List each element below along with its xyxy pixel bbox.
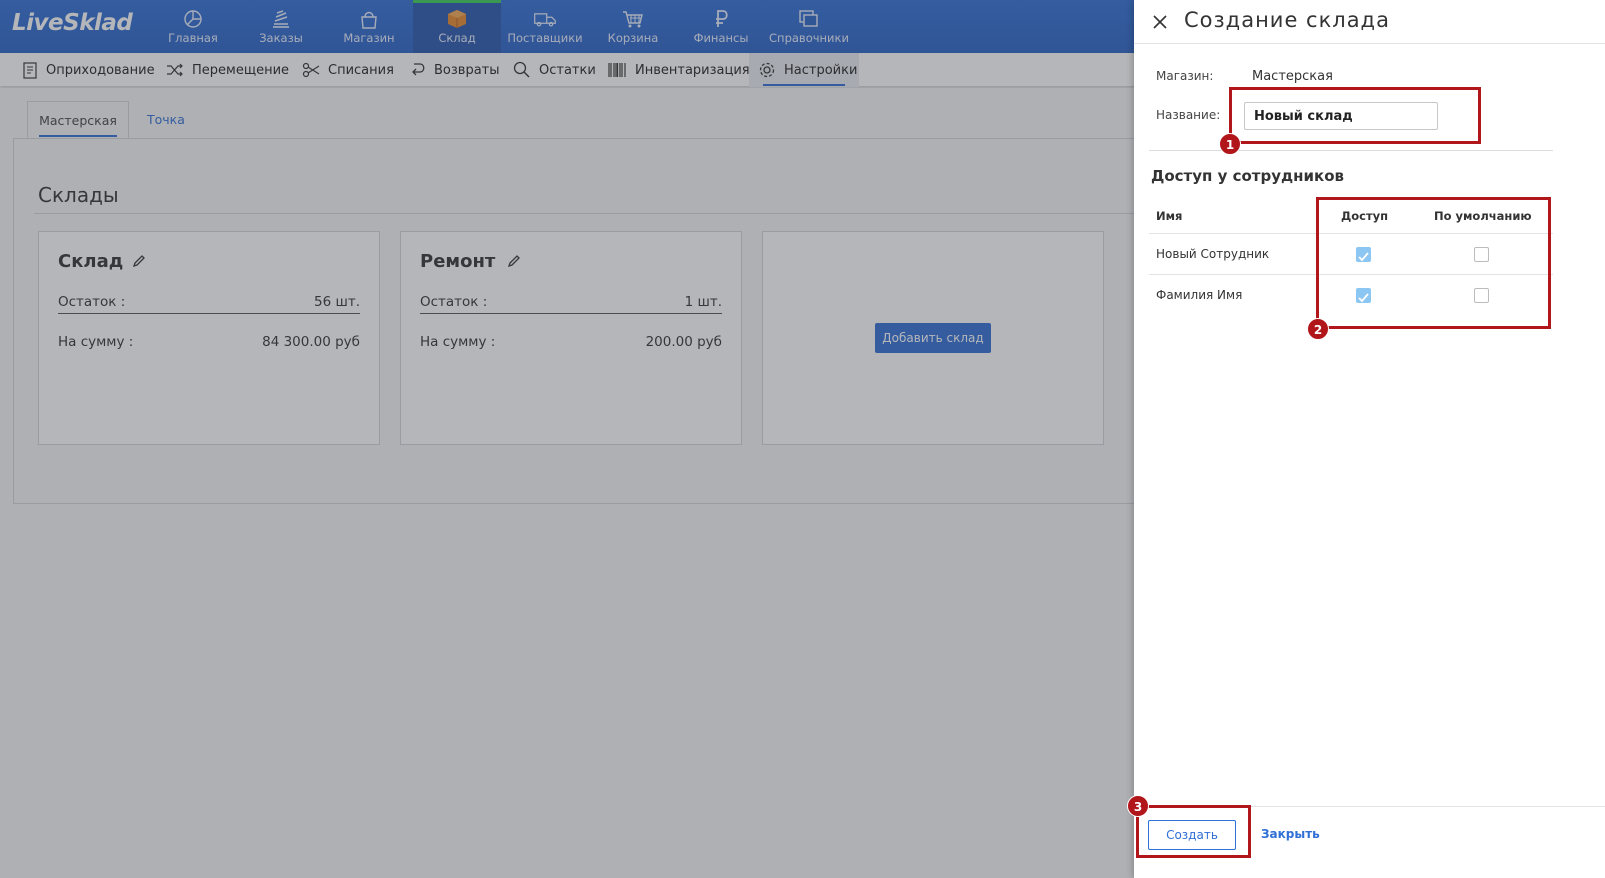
employee-name: Новый Сотрудник [1156, 247, 1270, 261]
name-label: Название: [1156, 108, 1221, 122]
employee-name: Фамилия Имя [1156, 288, 1243, 302]
shop-value: Мастерская [1252, 69, 1333, 84]
column-header-name: Имя [1156, 209, 1183, 223]
close-link[interactable]: Закрыть [1261, 827, 1320, 841]
annotation-highlight [1229, 87, 1481, 144]
shop-label: Магазин: [1156, 69, 1214, 83]
annotation-badge: 3 [1127, 795, 1149, 817]
annotation-highlight [1136, 805, 1251, 858]
access-section-title: Доступ у сотрудников [1151, 167, 1344, 185]
close-icon[interactable] [1152, 14, 1168, 30]
annotation-badge: 1 [1219, 133, 1241, 155]
annotation-badge: 2 [1307, 318, 1329, 340]
divider [1149, 150, 1553, 151]
drawer-title: Создание склада [1184, 8, 1390, 32]
annotation-highlight [1316, 197, 1551, 329]
drawer-header: Создание склада [1134, 0, 1605, 44]
